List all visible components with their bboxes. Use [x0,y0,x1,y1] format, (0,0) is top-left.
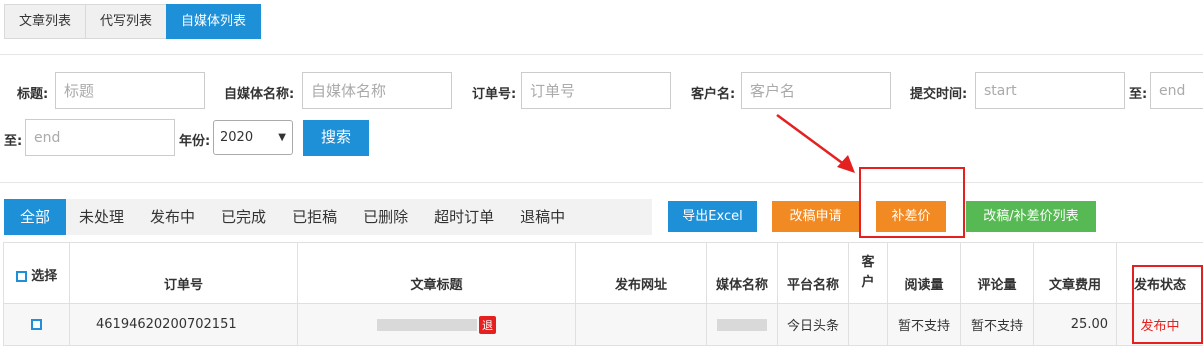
title-cell: 退 [297,303,576,346]
revise-supplement-list-button[interactable]: 改稿/补差价列表 [966,201,1096,232]
year-select-value: 2020 [220,130,254,145]
blurred-title[interactable] [377,318,477,331]
col-reads: 阅读量 [887,242,961,304]
media-name-label: 自媒体名称: [224,87,295,102]
table-row[interactable]: 46194620200702151 退 今日头条 暂不支持 暂不支持 25.00… [3,303,1203,346]
col-fee: 文章费用 [1033,242,1117,304]
export-excel-button[interactable]: 导出Excel [668,201,757,232]
annotation-box-status [1132,265,1203,344]
row-checkbox-cell [3,303,70,346]
to-label: 至: [1129,87,1148,102]
blurred-media-name [717,318,767,331]
media-name-input[interactable] [302,72,452,109]
to-label-2: 至: [4,134,23,149]
status-tab-publishing[interactable]: 发布中 [137,199,208,235]
customer-label: 客户名: [691,87,736,102]
order-no-value: 46194620200702151 [96,317,237,332]
revise-request-button[interactable]: 改稿申请 [772,201,859,232]
media-cell [706,303,778,346]
chevron-down-icon: ▼ [278,132,286,143]
table-header-row: 选择 订单号 文章标题 发布网址 媒体名称 平台名称 客户 阅读量 评论量 文章… [3,242,1203,304]
top-tabs: 文章列表 代写列表 自媒体列表 [4,4,262,39]
platform-cell: 今日头条 [777,303,849,346]
col-url: 发布网址 [575,242,707,304]
annotation-box-supplement [859,167,965,238]
end-date-input-2[interactable] [25,119,175,156]
row-checkbox[interactable] [31,319,42,330]
title-input[interactable] [55,72,205,109]
tab-media-list[interactable]: 自媒体列表 [166,4,262,39]
tab-ghostwrite-list[interactable]: 代写列表 [85,4,168,39]
tab-article-list[interactable]: 文章列表 [4,4,87,39]
status-tab-all[interactable]: 全部 [4,199,67,235]
col-select: 选择 [3,242,70,304]
divider [0,182,1203,183]
year-select[interactable]: 2020 ▼ [213,120,293,155]
status-tab-timeout[interactable]: 超时订单 [421,199,507,235]
customer-cell [848,303,888,346]
select-header-label: 选择 [31,269,58,284]
start-date-input[interactable] [975,72,1125,109]
url-cell [575,303,707,346]
status-tab-returning[interactable]: 退稿中 [507,199,578,235]
status-tab-unprocessed[interactable]: 未处理 [66,199,137,235]
col-order-no: 订单号 [69,242,298,304]
reads-cell: 暂不支持 [887,303,961,346]
col-title: 文章标题 [297,242,576,304]
order-no-label: 订单号: [472,87,517,102]
order-no-input[interactable] [521,72,671,109]
year-label: 年份: [179,134,211,149]
status-tabs: 全部 未处理 发布中 已完成 已拒稿 已删除 超时订单 退稿中 [4,199,652,235]
submit-time-label: 提交时间: [910,87,968,102]
end-date-input[interactable] [1150,72,1203,109]
col-media: 媒体名称 [706,242,778,304]
return-badge: 退 [479,315,496,334]
col-comments: 评论量 [960,242,1034,304]
status-tab-deleted[interactable]: 已删除 [350,199,421,235]
status-tab-rejected[interactable]: 已拒稿 [279,199,350,235]
orders-table: 选择 订单号 文章标题 发布网址 媒体名称 平台名称 客户 阅读量 评论量 文章… [3,242,1203,346]
search-button[interactable]: 搜索 [303,120,369,156]
col-customer: 客户 [848,242,888,304]
select-all-checkbox[interactable] [15,271,27,282]
col-platform: 平台名称 [777,242,849,304]
divider [0,54,1203,55]
status-tab-completed[interactable]: 已完成 [208,199,279,235]
order-no-cell: 46194620200702151 [69,303,298,346]
title-label: 标题: [17,87,49,102]
comments-cell: 暂不支持 [960,303,1034,346]
customer-input[interactable] [741,72,891,109]
fee-cell: 25.00 [1033,303,1117,346]
